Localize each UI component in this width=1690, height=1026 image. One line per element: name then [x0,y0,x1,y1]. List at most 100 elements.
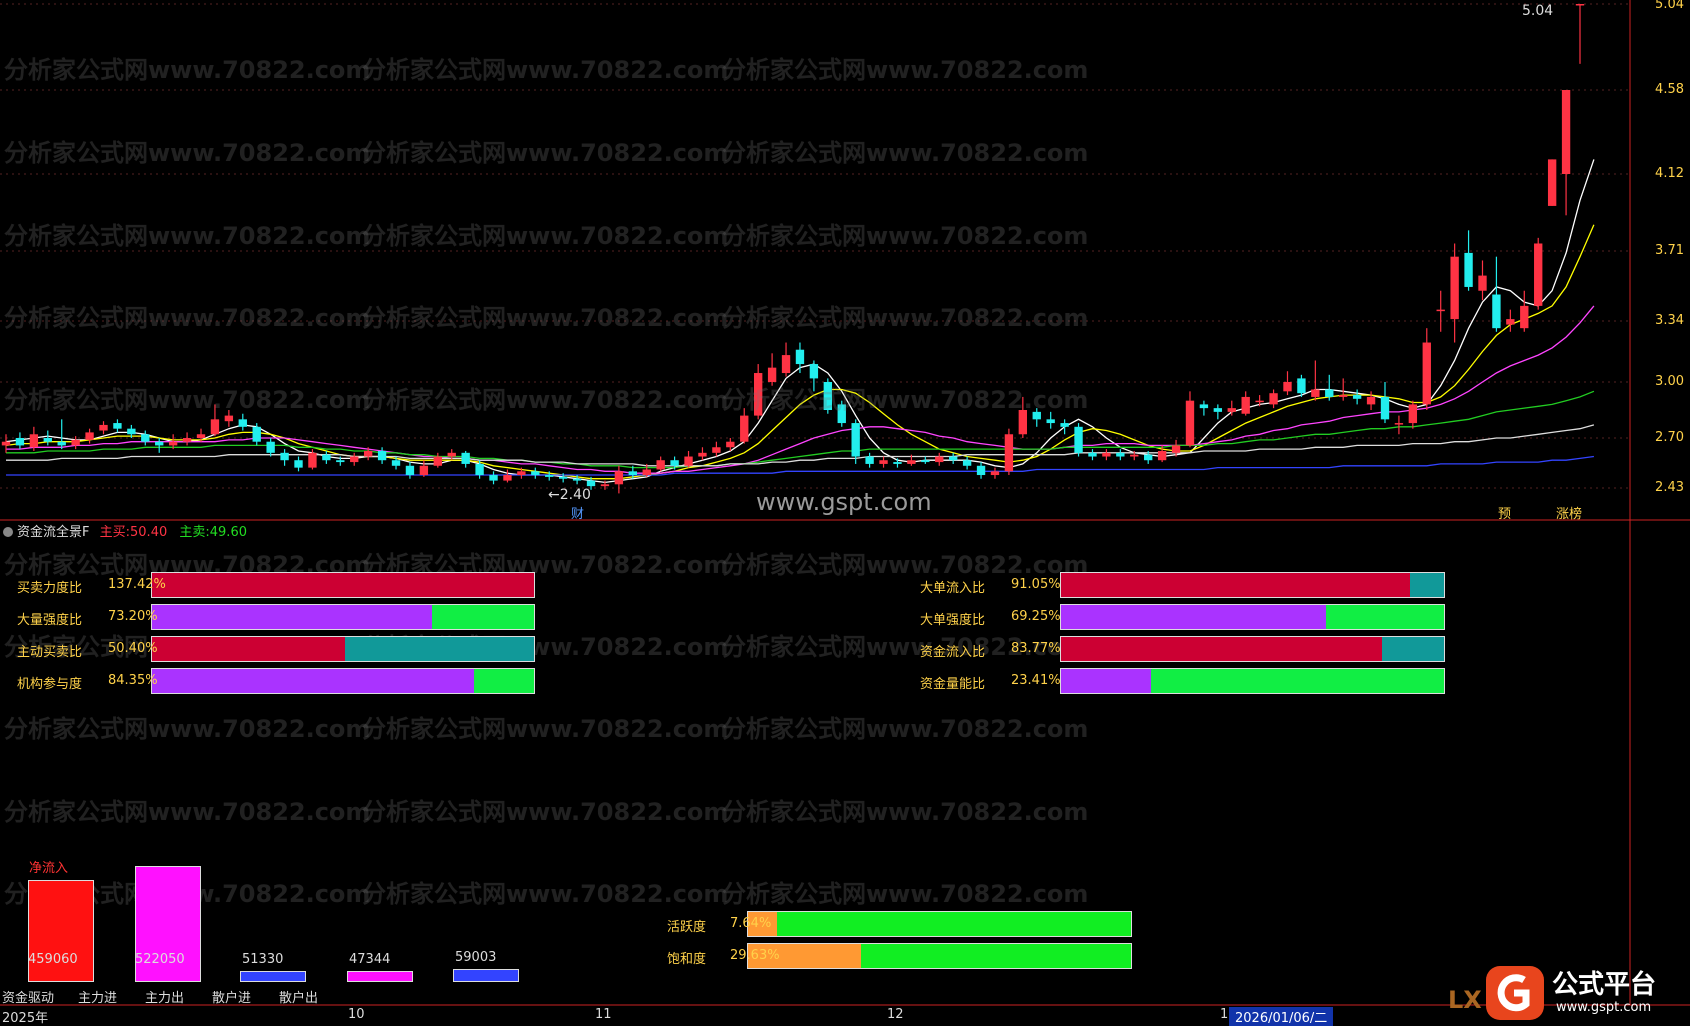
indicator-value: 23.41% [1011,673,1061,688]
candle[interactable] [503,469,512,483]
candle[interactable] [1339,378,1348,401]
candle[interactable] [1547,159,1557,206]
candle[interactable] [753,364,763,420]
candle[interactable] [1422,328,1431,410]
candle[interactable] [767,353,777,386]
indicator-header: 资金流全景F 主买:50.40 主卖:49.60 [0,521,247,540]
candle[interactable] [1534,237,1543,310]
candle[interactable] [1506,309,1515,332]
bar-remainder [1326,605,1444,629]
candle[interactable] [1102,449,1111,461]
candle[interactable] [1060,419,1069,435]
candle[interactable] [921,456,930,464]
candle[interactable] [684,450,693,468]
candle[interactable] [823,378,833,414]
candle[interactable] [238,413,247,431]
candle[interactable] [294,456,303,472]
candle[interactable] [1408,400,1418,429]
candle[interactable] [851,419,860,464]
candle[interactable] [1074,423,1083,457]
candle[interactable] [531,467,540,479]
candle[interactable] [182,432,192,446]
indicator-bar [1060,636,1445,662]
indicator-row: 活跃度 7.64% [667,911,1132,937]
candle[interactable] [837,400,846,427]
forecast-marker[interactable]: 预 [1498,503,1511,522]
candle[interactable] [489,471,498,485]
candle[interactable] [210,404,220,437]
candle[interactable] [377,447,387,464]
candle[interactable] [1561,90,1571,216]
candle[interactable] [1088,449,1097,461]
candle[interactable] [1,434,11,453]
candle[interactable] [57,419,66,450]
candle[interactable] [1046,411,1055,429]
candle[interactable] [1520,290,1529,332]
candle[interactable] [15,432,25,450]
candle[interactable] [976,462,986,479]
candle[interactable] [113,419,122,433]
candle[interactable] [1004,428,1014,476]
candle[interactable] [1018,396,1028,438]
candle[interactable] [1032,408,1041,427]
candle[interactable] [405,462,415,479]
candle[interactable] [1325,374,1334,401]
candle[interactable] [1311,360,1320,401]
candle[interactable] [155,438,164,453]
candle[interactable] [949,452,958,464]
candle[interactable] [781,342,791,377]
candle[interactable] [1450,243,1459,343]
candle[interactable] [1116,449,1125,461]
candle[interactable] [433,452,442,468]
candle[interactable] [224,410,234,427]
candle[interactable] [740,408,749,444]
candle[interactable] [419,460,429,477]
limit-up-marker[interactable]: 涨榜 [1556,503,1582,522]
candle[interactable] [698,447,707,461]
candle[interactable] [712,441,721,457]
financial-report-marker[interactable]: 财 [571,503,584,522]
candle[interactable] [85,428,94,444]
flow-value: 459060 [28,952,78,967]
candle[interactable] [962,456,972,470]
candle[interactable] [1394,415,1404,435]
bar-remainder [1409,573,1444,597]
candle[interactable] [1269,389,1278,409]
candle[interactable] [43,430,52,446]
candle[interactable] [1380,382,1390,424]
candle[interactable] [1283,371,1292,396]
candle[interactable] [280,449,289,466]
candle[interactable] [1185,391,1195,448]
candle[interactable] [1464,230,1473,291]
candle[interactable] [1241,391,1250,416]
candle[interactable] [614,465,624,494]
main-buy-value: 50.40 [130,525,168,540]
candle[interactable] [350,452,359,466]
candle[interactable] [1492,256,1501,332]
candle[interactable] [266,438,275,457]
gspt-logo-icon [1486,966,1544,1020]
candle[interactable] [1199,400,1209,416]
candle[interactable] [795,342,805,374]
indicator-title[interactable]: 资金流全景F [17,525,89,540]
candle[interactable] [141,430,150,446]
indicator-bar [1060,572,1445,598]
candle[interactable] [99,421,108,435]
collapse-toggle-icon[interactable] [3,527,13,537]
candle[interactable] [879,456,888,468]
candle[interactable] [935,452,944,466]
candle[interactable] [893,458,902,468]
bar-fill [152,573,534,597]
candle[interactable] [1352,389,1362,405]
candle[interactable] [322,450,331,464]
candle[interactable] [461,450,470,468]
candle[interactable] [1213,404,1223,420]
candle[interactable] [809,360,819,392]
candle[interactable] [1227,400,1236,416]
candle[interactable] [990,467,1000,479]
candle[interactable] [656,456,665,472]
candle[interactable] [1478,260,1487,301]
candle[interactable] [865,452,874,468]
candle[interactable] [1575,4,1585,64]
candle[interactable] [1436,290,1445,332]
